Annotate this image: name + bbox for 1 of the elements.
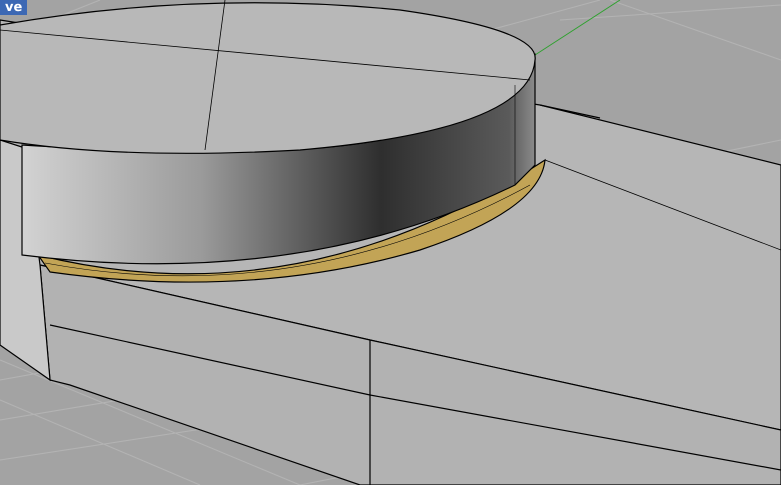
viewport-label[interactable]: ve — [0, 0, 28, 15]
